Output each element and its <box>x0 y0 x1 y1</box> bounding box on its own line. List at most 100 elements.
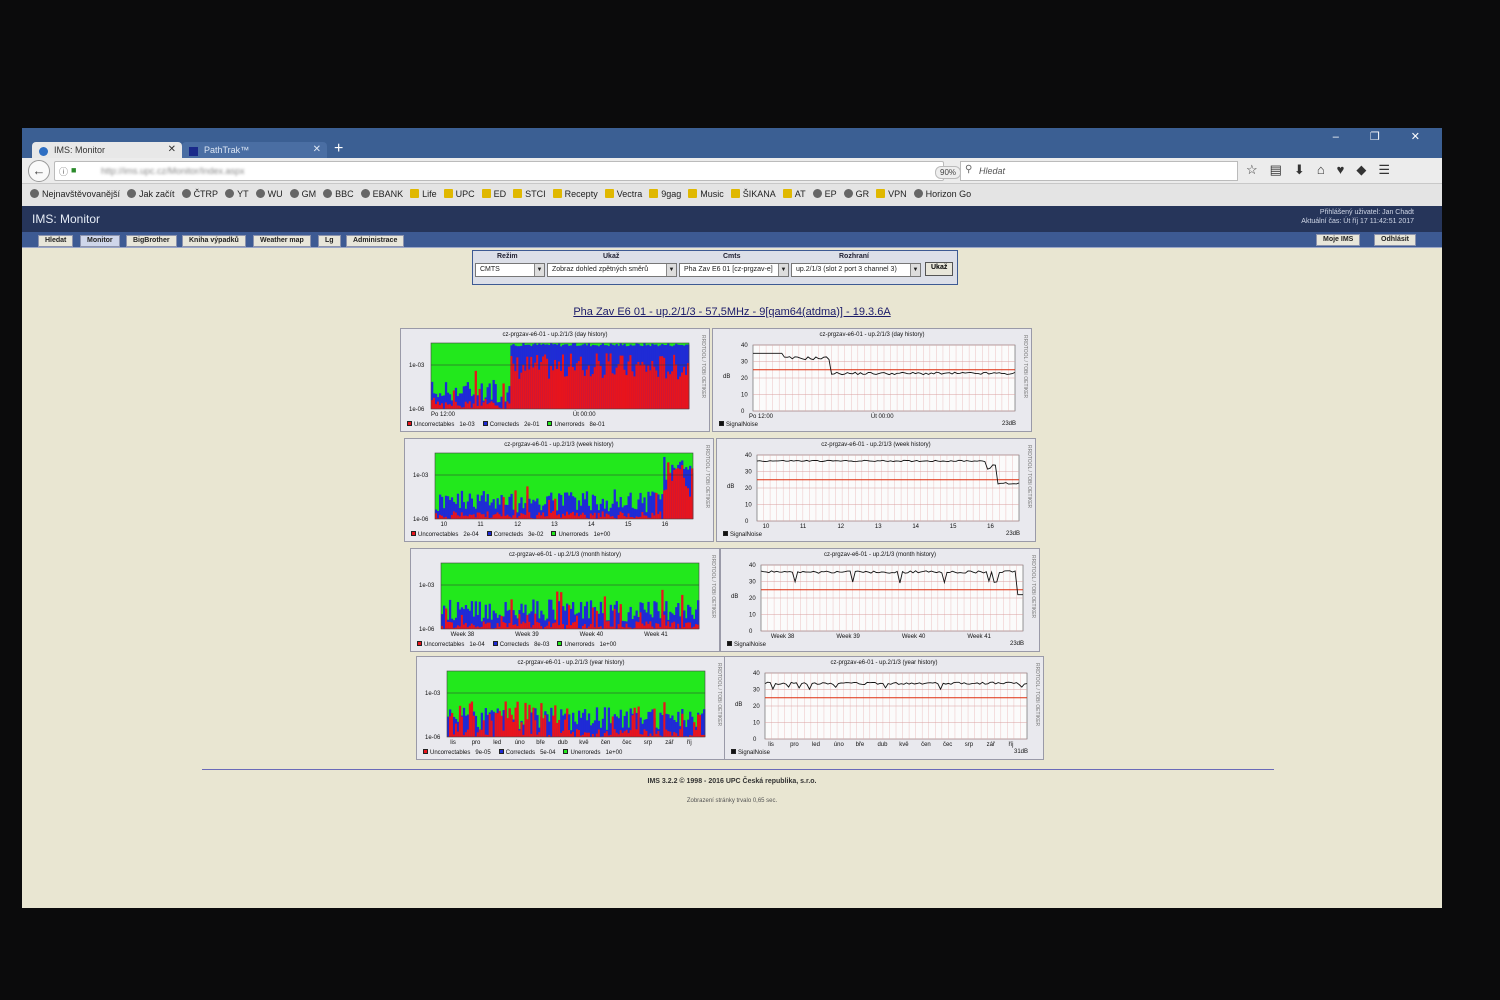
uncorrectables-bar <box>476 405 479 409</box>
correcteds-bar <box>542 614 545 629</box>
uncorrectables-bar <box>679 469 682 519</box>
y-tick-label: 0 <box>753 737 757 743</box>
y-tick-label: 40 <box>749 563 756 569</box>
bookmark-item[interactable]: GR <box>843 189 869 199</box>
correcteds-bar <box>683 720 686 737</box>
zoom-indicator[interactable]: 90% <box>935 166 962 179</box>
bookmark-item[interactable]: GM <box>289 189 316 199</box>
uncorrectables-bar <box>573 370 577 409</box>
uncorrectables-bar <box>488 622 491 629</box>
bookmark-item[interactable]: STCI <box>513 189 546 199</box>
bookmark-item[interactable]: WU <box>255 189 283 199</box>
uncorrectables-bar <box>583 624 587 629</box>
menu-monitor[interactable]: Monitor <box>80 235 120 247</box>
user-info: Přihlášený uživatel: Jan Chadt Aktuální … <box>1301 209 1414 225</box>
bookmark-item[interactable]: Recepty <box>552 189 598 199</box>
menu-weather-map[interactable]: Weather map <box>253 235 311 247</box>
menu-administrace[interactable]: Administrace <box>346 235 405 247</box>
bookmark-item[interactable]: AT <box>782 189 806 199</box>
x-tick-label: bře <box>536 740 545 746</box>
legend-swatch-unerroreds <box>563 749 569 754</box>
bookmark-item[interactable]: Nejnavštěvovanější <box>30 189 120 199</box>
folder-icon <box>730 189 740 198</box>
bookmark-item[interactable]: ŠIKANA <box>730 189 776 199</box>
correcteds-bar <box>691 716 694 737</box>
app-title: IMS: Monitor <box>32 212 101 226</box>
y-axis-label: dB <box>723 374 730 380</box>
uncorrectables-bar <box>514 371 517 409</box>
bookmark-item[interactable]: Music <box>688 189 724 199</box>
window-controls[interactable]: – ❐ ✕ <box>1333 130 1434 143</box>
close-tab-icon[interactable]: ✕ <box>168 144 176 155</box>
uncorrectables-bar <box>540 515 543 519</box>
uncorrectables-bar <box>500 715 503 737</box>
uncorrectables-bar <box>643 515 646 519</box>
rezim-select[interactable]: CMTS ▼ <box>475 263 545 277</box>
bookmark-item[interactable]: ČTRP <box>181 189 218 199</box>
menu-lg[interactable]: Lg <box>318 235 341 247</box>
uncorrectables-bar <box>617 734 620 737</box>
bookmark-item[interactable]: 9gag <box>649 189 681 199</box>
logout-button[interactable]: Odhlásit <box>1374 234 1417 246</box>
toolbar-icons[interactable]: ☆▤⬇⌂♥◆☰ <box>1246 162 1402 178</box>
uncorrectables-bar <box>476 626 480 629</box>
bookmark-item[interactable]: Horizon Go <box>913 189 971 199</box>
correcteds-bar <box>661 714 664 737</box>
error-chart-svg: 1e-03 1e-06 lis pro led úno bře dub kvě čen čec srp… <box>425 670 706 746</box>
uncorrectables-bar <box>565 511 569 519</box>
uncorrectables-bar <box>641 734 644 737</box>
uncorrectables-bar <box>480 405 483 409</box>
uncorrectables-bar <box>504 515 507 519</box>
bookmark-item[interactable]: UPC <box>443 189 475 199</box>
correcteds-bar <box>615 601 618 629</box>
uncorrectables-bar <box>577 730 581 737</box>
uncorrectables-bar <box>548 621 551 629</box>
url-bar[interactable]: ⓘ ■ http://ims.upc.cz/Monitor/Index.aspx… <box>54 161 978 181</box>
globe-icon <box>289 189 299 198</box>
uncorrectables-bar <box>444 516 448 519</box>
bookmark-item[interactable]: Jak začít <box>127 189 175 199</box>
menu-hledat[interactable]: Hledat <box>38 235 74 247</box>
uncorrectables-bar <box>625 623 628 629</box>
menu-kniha-vypadku[interactable]: Kniha výpadků <box>182 235 246 247</box>
y-tick-label: 0 <box>745 519 749 525</box>
x-tick-label: čen <box>601 740 611 746</box>
ukaz-select[interactable]: Zobraz dohled zpětných směrů ▼ <box>547 263 677 277</box>
close-tab-icon[interactable]: ✕ <box>313 144 321 155</box>
uncorrectables-bar <box>597 626 601 629</box>
cmts-select[interactable]: Pha Zav E6 01 [cz-prgzav-e] ▼ <box>679 263 789 277</box>
moje-ims-button[interactable]: Moje IMS <box>1316 234 1361 246</box>
new-tab-button[interactable]: + <box>334 140 343 158</box>
uncorrectables-bar <box>526 615 529 629</box>
correcteds-bar <box>689 711 692 737</box>
bookmark-item[interactable]: YT <box>225 189 249 199</box>
uncorrectables-bar <box>440 403 444 409</box>
x-tick-label: 15 <box>950 524 957 530</box>
back-button[interactable]: ← <box>28 160 50 182</box>
bookmark-item[interactable]: Vectra <box>604 189 642 199</box>
snr-graph: cz-prgzav-e6-01 - up.2/1/3 (year history… <box>724 656 1044 760</box>
search-input[interactable]: ⚲ Hledat <box>960 161 1238 181</box>
correcteds-bar <box>633 615 636 629</box>
bookmark-item[interactable]: Life <box>410 189 437 199</box>
correcteds-bar <box>639 717 642 737</box>
bookmark-item[interactable]: EBANK <box>360 189 403 199</box>
bookmark-item[interactable]: VPN <box>876 189 907 199</box>
uncorrectables-bar <box>639 734 642 737</box>
ukaz-button[interactable]: Ukaž <box>925 262 954 276</box>
uncorrectables-bar <box>512 624 515 629</box>
uncorrectables-bar <box>659 511 662 519</box>
info-icon[interactable]: ⓘ <box>59 165 68 178</box>
y-tick-label: 10 <box>753 721 760 727</box>
uncorrectables-bar <box>454 723 458 737</box>
uncorrectables-bar <box>677 379 680 409</box>
bookmark-item[interactable]: BBC <box>323 189 354 199</box>
correcteds-bar <box>629 492 632 519</box>
rozhrani-select[interactable]: up.2/1/3 (slot 2 port 3 channel 3) ▼ <box>791 263 921 277</box>
uncorrectables-bar <box>502 730 505 737</box>
uncorrectables-bar <box>637 706 640 737</box>
menu-bigbrother[interactable]: BigBrother <box>126 235 177 247</box>
bookmark-item[interactable]: EP <box>812 189 837 199</box>
uncorrectables-bar <box>647 365 650 409</box>
bookmark-item[interactable]: ED <box>481 189 506 199</box>
